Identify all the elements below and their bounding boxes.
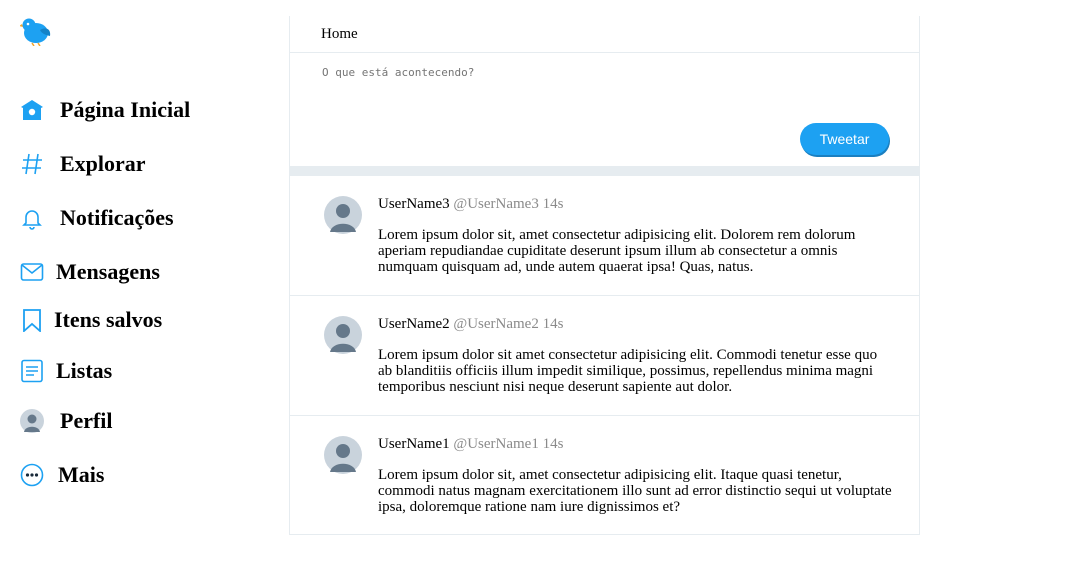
list-item[interactable]: UserName3 @UserName3 14s Lorem ipsum dol…	[290, 176, 919, 296]
post-username[interactable]: UserName2	[378, 316, 450, 332]
bird-icon[interactable]	[19, 16, 52, 47]
sidebar-item-label: Listas	[56, 358, 113, 383]
home-icon	[20, 98, 44, 122]
post-text: Lorem ipsum dolor sit, amet consectetur …	[378, 467, 892, 515]
list-item[interactable]: UserName1 @UserName1 14s Lorem ipsum dol…	[290, 416, 919, 535]
avatar[interactable]	[324, 436, 362, 474]
divider	[290, 166, 919, 176]
sidebar-item-label: Mensagens	[56, 259, 160, 284]
avatar[interactable]	[324, 196, 362, 234]
bell-icon	[20, 206, 44, 230]
sidebar-item-profile[interactable]: Perfil	[20, 408, 113, 434]
sidebar-item-messages[interactable]: Mensagens	[20, 259, 160, 285]
page-title: Home	[290, 16, 919, 53]
sidebar-item-notifications[interactable]: Notificações	[20, 205, 174, 231]
sidebar-item-label: Itens salvos	[54, 307, 163, 332]
compose-box: Tweetar	[290, 53, 919, 166]
sidebar-item-label: Mais	[58, 462, 105, 487]
post-handle[interactable]: @UserName1	[453, 436, 538, 452]
sidebar-item-label: Perfil	[60, 408, 113, 433]
tweet-input[interactable]	[322, 66, 882, 79]
avatar-icon	[20, 409, 44, 433]
list-item[interactable]: UserName2 @UserName2 14s Lorem ipsum dol…	[290, 296, 919, 416]
bookmark-icon	[20, 308, 44, 332]
post-handle[interactable]: @UserName3	[453, 196, 538, 212]
more-icon	[20, 463, 44, 487]
post-header: UserName2 @UserName2 14s	[378, 316, 563, 333]
sidebar-item-label: Página Inicial	[60, 97, 191, 122]
post-username[interactable]: UserName1	[378, 436, 450, 452]
post-time: 14s	[542, 196, 564, 212]
sidebar-item-label: Notificações	[60, 205, 174, 230]
post-time: 14s	[542, 316, 564, 332]
post-handle[interactable]: @UserName2	[453, 316, 538, 332]
post-text: Lorem ipsum dolor sit, amet consectetur …	[378, 227, 856, 275]
post-header: UserName3 @UserName3 14s	[378, 196, 563, 213]
tweet-button[interactable]: Tweetar	[800, 123, 889, 155]
avatar[interactable]	[324, 316, 362, 354]
post-time: 14s	[542, 436, 564, 452]
sidebar-item-lists[interactable]: Listas	[20, 358, 112, 384]
sidebar-item-more[interactable]: Mais	[20, 462, 104, 488]
main-feed: Home Tweetar UserName3 @UserName3 14s Lo…	[289, 16, 920, 535]
post-username[interactable]: UserName3	[378, 196, 450, 212]
post-header: UserName1 @UserName1 14s	[378, 436, 563, 453]
sidebar-item-label: Explorar	[60, 151, 146, 176]
sidebar-item-home[interactable]: Página Inicial	[20, 97, 190, 123]
sidebar-item-explore[interactable]: Explorar	[20, 151, 146, 177]
sidebar-item-bookmarks[interactable]: Itens salvos	[20, 307, 162, 333]
hashtag-icon	[20, 152, 44, 176]
envelope-icon	[20, 260, 44, 284]
post-text: Lorem ipsum dolor sit amet consectetur a…	[378, 347, 878, 395]
list-icon	[20, 359, 44, 383]
